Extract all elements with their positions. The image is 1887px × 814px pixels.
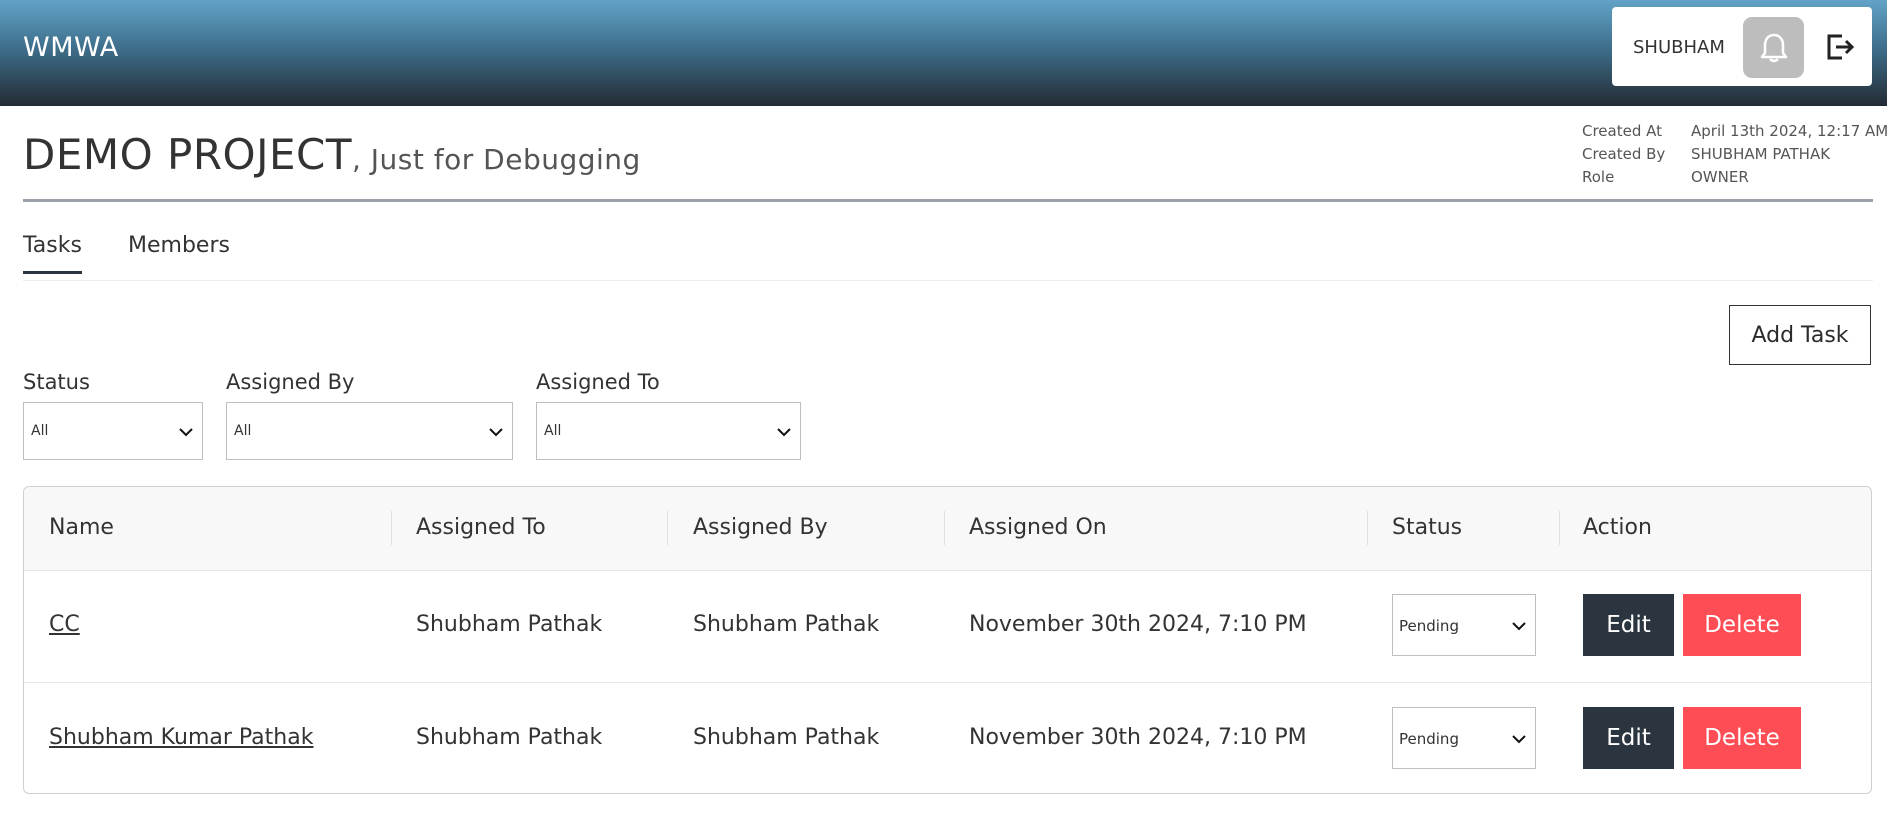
project-meta: Created At April 13th 2024, 12:17 AM Crea…	[1582, 120, 1887, 189]
column-divider	[391, 511, 392, 545]
delete-task-button[interactable]: Delete	[1683, 707, 1801, 769]
filter-status: Status All	[23, 370, 203, 460]
logout-icon	[1827, 34, 1855, 60]
table-row: CC Shubham Pathak Shubham Pathak Novembe…	[24, 570, 1871, 683]
delete-task-button[interactable]: Delete	[1683, 594, 1801, 656]
project-header: DEMO PROJECT, Just for Debugging Created…	[23, 106, 1887, 202]
column-header-assigned-on: Assigned On	[969, 515, 1107, 540]
filter-label: Status	[23, 370, 90, 394]
app-brand[interactable]: WMWA	[23, 32, 119, 63]
meta-label: Role	[1582, 168, 1615, 186]
tasks-table: Name Assigned To Assigned By Assigned On…	[23, 486, 1872, 794]
logout-button[interactable]	[1822, 29, 1858, 65]
column-header-action: Action	[1583, 515, 1652, 540]
user-panel: SHUBHAM	[1612, 7, 1872, 86]
task-name-link[interactable]: Shubham Kumar Pathak	[49, 725, 313, 750]
column-header-status: Status	[1392, 515, 1463, 540]
assigned-on-cell: November 30th 2024, 7:10 PM	[969, 725, 1307, 750]
bell-icon	[1760, 33, 1787, 62]
add-task-button[interactable]: Add Task	[1729, 305, 1871, 365]
assigned-by-filter-select[interactable]: All	[226, 402, 513, 460]
project-subtitle: , Just for Debugging	[352, 143, 641, 176]
column-divider	[944, 511, 945, 545]
project-title: DEMO PROJECT	[23, 130, 352, 179]
select-value: Pending	[1399, 617, 1459, 635]
user-name: SHUBHAM	[1633, 37, 1725, 58]
task-status-select[interactable]: Pending	[1392, 707, 1536, 769]
meta-value: April 13th 2024, 12:17 AM	[1691, 122, 1887, 140]
assigned-on-cell: November 30th 2024, 7:10 PM	[969, 612, 1307, 637]
meta-label: Created At	[1582, 122, 1663, 140]
top-navbar: WMWA SHUBHAM	[0, 0, 1887, 106]
table-row: Shubham Kumar Pathak Shubham Pathak Shub…	[24, 683, 1871, 793]
column-divider	[1559, 511, 1560, 545]
task-name-link[interactable]: CC	[49, 612, 80, 637]
edit-task-button[interactable]: Edit	[1583, 594, 1674, 656]
meta-row: Role OWNER	[1582, 166, 1887, 189]
chevron-down-icon	[1512, 622, 1526, 631]
column-header-assigned-by: Assigned By	[693, 515, 828, 540]
filter-label: Assigned To	[536, 370, 660, 394]
tab-members[interactable]: Members	[128, 233, 230, 258]
filter-assigned-by: Assigned By All	[226, 370, 513, 460]
assigned-by-cell: Shubham Pathak	[693, 612, 880, 637]
filter-label: Assigned By	[226, 370, 355, 394]
assigned-to-cell: Shubham Pathak	[416, 612, 603, 637]
tab-tasks[interactable]: Tasks	[23, 233, 82, 274]
meta-row: Created At April 13th 2024, 12:17 AM	[1582, 120, 1887, 143]
meta-value: OWNER	[1691, 168, 1749, 186]
column-divider	[667, 511, 668, 545]
column-divider	[1367, 511, 1368, 545]
table-header: Name Assigned To Assigned By Assigned On…	[24, 487, 1871, 571]
assigned-by-cell: Shubham Pathak	[693, 725, 880, 750]
select-value: All	[234, 423, 252, 439]
column-header-name: Name	[49, 515, 114, 540]
assigned-to-cell: Shubham Pathak	[416, 725, 603, 750]
status-filter-select[interactable]: All	[23, 402, 203, 460]
task-status-select[interactable]: Pending	[1392, 594, 1536, 656]
assigned-to-filter-select[interactable]: All	[536, 402, 801, 460]
meta-label: Created By	[1582, 145, 1666, 163]
chevron-down-icon	[1512, 735, 1526, 744]
meta-row: Created By SHUBHAM PATHAK	[1582, 143, 1887, 166]
select-value: All	[31, 423, 49, 439]
project-title-block: DEMO PROJECT, Just for Debugging	[23, 130, 641, 179]
meta-value: SHUBHAM PATHAK	[1691, 145, 1831, 163]
column-header-assigned-to: Assigned To	[416, 515, 546, 540]
select-value: All	[544, 423, 562, 439]
project-tabs: Tasks Members	[23, 225, 1873, 281]
select-value: Pending	[1399, 730, 1459, 748]
notifications-button[interactable]	[1743, 17, 1804, 78]
chevron-down-icon	[179, 428, 193, 437]
filter-assigned-to: Assigned To All	[536, 370, 801, 460]
chevron-down-icon	[777, 428, 791, 437]
chevron-down-icon	[489, 428, 503, 437]
edit-task-button[interactable]: Edit	[1583, 707, 1674, 769]
